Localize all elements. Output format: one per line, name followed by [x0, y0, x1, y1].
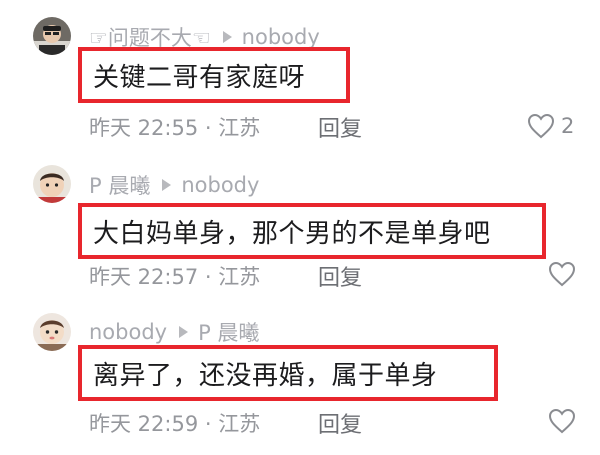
comment-header: P 晨曦 nobody [89, 172, 259, 198]
avatar[interactable] [33, 165, 71, 203]
like-button[interactable] [548, 259, 582, 289]
reply-button[interactable]: 回复 [318, 261, 362, 291]
triangle-right-icon [162, 179, 172, 191]
avatar[interactable] [33, 17, 71, 55]
reply-to-name[interactable]: nobody [242, 25, 320, 49]
comment-time-location: 昨天 22:55 · 江苏 [89, 116, 261, 140]
reply-button[interactable]: 回复 [318, 408, 362, 438]
reply-button[interactable]: 回复 [318, 112, 362, 142]
comment-header: nobody P 晨曦 [89, 319, 259, 345]
reply-label: 回复 [318, 117, 363, 142]
heart-outline-icon [548, 261, 576, 287]
author-name[interactable]: P 晨曦 [89, 170, 150, 200]
like-count: 2 [561, 114, 575, 138]
comment-text-content: 大白妈单身，那个男的不是单身吧 [93, 218, 491, 249]
comment-text-content: 离异了，还没再婚，属于单身 [93, 360, 438, 391]
author-name[interactable]: nobody [89, 320, 167, 344]
reply-label: 回复 [318, 266, 363, 291]
heart-outline-icon [527, 113, 555, 139]
comment-text: 离异了，还没再婚，属于单身 [78, 345, 498, 401]
comment-text: 关键二哥有家庭呀 [78, 47, 350, 103]
heart-outline-icon [548, 408, 576, 434]
comment-time-location: 昨天 22:57 · 江苏 [89, 265, 261, 289]
comment-meta: 昨天 22:55 · 江苏 [89, 112, 260, 142]
reply-to-name[interactable]: nobody [181, 173, 259, 197]
comment-text-content: 关键二哥有家庭呀 [93, 62, 306, 93]
comment-meta: 昨天 22:57 · 江苏 [89, 261, 260, 291]
triangle-right-icon [222, 31, 232, 43]
comment-time-location: 昨天 22:59 · 江苏 [89, 412, 261, 436]
comment-meta: 昨天 22:59 · 江苏 [89, 408, 260, 438]
reply-to-name[interactable]: P 晨曦 [198, 317, 259, 347]
avatar[interactable] [33, 313, 71, 351]
comment-thread: ☞问题不大☜ nobody 关键二哥有家庭呀 昨天 22:55 · 江苏 回复 … [0, 0, 600, 455]
reply-label: 回复 [318, 413, 363, 438]
comment-text: 大白妈单身，那个男的不是单身吧 [78, 203, 546, 259]
like-button[interactable]: 2 [527, 111, 574, 141]
triangle-right-icon [179, 326, 189, 338]
like-button[interactable] [548, 406, 582, 436]
